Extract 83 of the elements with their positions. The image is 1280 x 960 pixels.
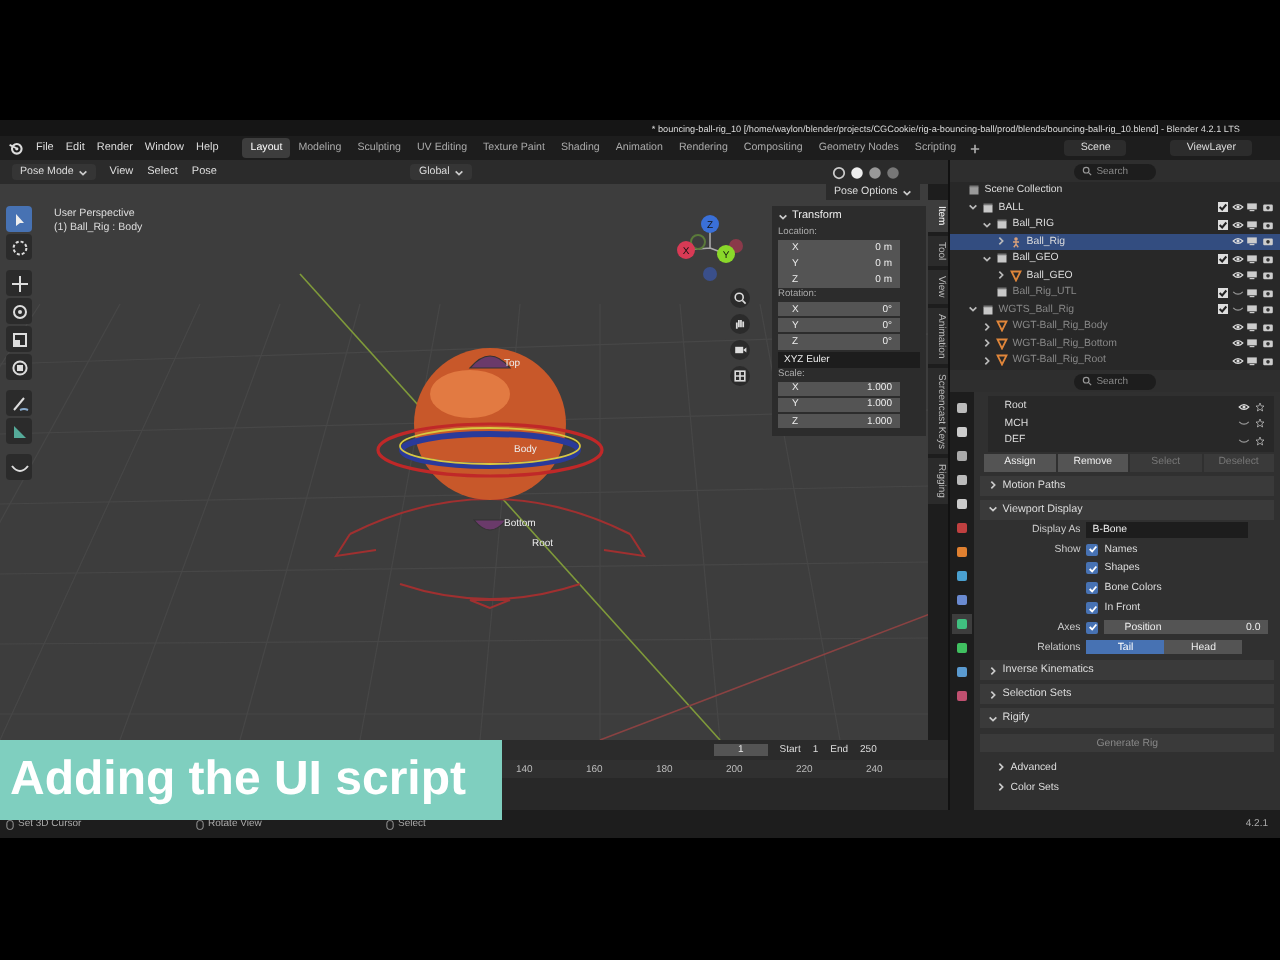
figure-icon bbox=[1010, 235, 1023, 248]
closed-eye-icon[interactable] bbox=[1237, 418, 1250, 429]
caption-text: Adding the UI script bbox=[10, 752, 466, 808]
box-icon bbox=[996, 218, 1009, 231]
monitor-icon[interactable] bbox=[1246, 270, 1259, 281]
solid-shading-icon[interactable] bbox=[850, 165, 865, 179]
triangle-icon bbox=[1010, 269, 1023, 282]
expanded-caret-icon bbox=[778, 211, 788, 221]
properties-tab-icon[interactable] bbox=[952, 590, 973, 610]
star-icon[interactable] bbox=[1253, 401, 1266, 412]
search-icon bbox=[1082, 376, 1093, 386]
blender-logo-icon[interactable] bbox=[8, 140, 24, 156]
rendered-shading-icon[interactable] bbox=[886, 165, 901, 179]
box-icon bbox=[996, 286, 1009, 299]
camera-icon[interactable] bbox=[1261, 270, 1274, 281]
scale-tool-icon[interactable] bbox=[6, 326, 32, 352]
eye-icon[interactable] bbox=[1231, 219, 1244, 230]
box-icon bbox=[968, 184, 981, 197]
mouse-icon bbox=[196, 819, 204, 829]
properties-tab-icon[interactable] bbox=[952, 662, 973, 682]
checkbox[interactable] bbox=[1218, 253, 1229, 264]
expanded-caret-icon[interactable] bbox=[982, 219, 993, 230]
camera-view-icon[interactable] bbox=[730, 340, 750, 360]
properties-tab-icon[interactable] bbox=[952, 494, 973, 514]
camera-icon[interactable] bbox=[1261, 253, 1274, 264]
select-tool-icon[interactable] bbox=[6, 206, 32, 232]
properties-tab-icon[interactable] bbox=[952, 398, 973, 418]
eye-icon[interactable] bbox=[1231, 236, 1244, 247]
star-icon[interactable] bbox=[1253, 435, 1266, 446]
expanded-caret-icon bbox=[453, 167, 464, 177]
mouse-icon bbox=[386, 819, 394, 829]
cursor-tool-icon[interactable] bbox=[6, 234, 32, 260]
expanded-caret-icon bbox=[77, 167, 88, 177]
expanded-caret-icon[interactable] bbox=[982, 253, 993, 264]
rotate-tool-icon[interactable] bbox=[6, 298, 32, 324]
material-shading-icon[interactable] bbox=[868, 165, 883, 179]
properties-tab-icon[interactable] bbox=[952, 470, 973, 490]
properties-tab-icon[interactable] bbox=[952, 446, 973, 466]
zoom-icon[interactable] bbox=[730, 288, 750, 308]
hand-icon[interactable] bbox=[730, 314, 750, 334]
curve-tool-icon[interactable] bbox=[6, 454, 32, 480]
add-icon[interactable] bbox=[970, 143, 981, 153]
wireframe-shading-icon[interactable] bbox=[832, 165, 847, 179]
collapsed-caret-icon bbox=[988, 480, 999, 490]
camera-icon[interactable] bbox=[1261, 236, 1274, 247]
eye-icon[interactable] bbox=[1231, 253, 1244, 264]
collapsed-caret-icon bbox=[988, 665, 999, 676]
collapsed-caret-icon bbox=[988, 689, 999, 700]
annotate-tool-icon[interactable] bbox=[6, 390, 32, 416]
closed-eye-icon[interactable] bbox=[1237, 435, 1250, 446]
monitor-icon[interactable] bbox=[1246, 202, 1259, 213]
collapsed-caret-icon[interactable] bbox=[996, 236, 1007, 247]
properties-tab-icon[interactable] bbox=[952, 566, 973, 586]
search-icon bbox=[1082, 166, 1093, 176]
properties-tab-icon[interactable] bbox=[952, 614, 973, 634]
box-icon bbox=[982, 303, 995, 316]
camera-icon[interactable] bbox=[1261, 219, 1274, 230]
measure-tool-icon[interactable] bbox=[6, 418, 32, 444]
3d-viewport[interactable] bbox=[0, 184, 949, 740]
transform-tool-icon[interactable] bbox=[6, 354, 32, 380]
checkbox[interactable] bbox=[1218, 219, 1229, 230]
camera-icon[interactable] bbox=[1261, 202, 1274, 213]
collapsed-caret-icon[interactable] bbox=[996, 270, 1007, 281]
expanded-caret-icon bbox=[988, 504, 999, 514]
eye-icon[interactable] bbox=[1237, 401, 1250, 412]
box-icon bbox=[996, 252, 1009, 265]
eye-icon[interactable] bbox=[1231, 270, 1244, 281]
star-icon[interactable] bbox=[1253, 418, 1266, 429]
expanded-caret-icon bbox=[901, 187, 912, 197]
eye-icon[interactable] bbox=[1231, 202, 1244, 213]
monitor-icon[interactable] bbox=[1246, 219, 1259, 230]
expanded-caret-icon[interactable] bbox=[968, 202, 979, 213]
checkbox[interactable] bbox=[1218, 202, 1229, 213]
properties-tab-icon[interactable] bbox=[952, 542, 973, 562]
properties-tab-icon[interactable] bbox=[952, 638, 973, 658]
box-icon bbox=[982, 201, 995, 214]
expanded-caret-icon bbox=[988, 713, 999, 724]
monitor-icon[interactable] bbox=[1246, 236, 1259, 247]
properties-tab-icon[interactable] bbox=[952, 422, 973, 442]
grid-view-icon[interactable] bbox=[730, 366, 750, 386]
monitor-icon[interactable] bbox=[1246, 253, 1259, 264]
mouse-icon bbox=[6, 819, 14, 829]
move-tool-icon[interactable] bbox=[6, 270, 32, 296]
